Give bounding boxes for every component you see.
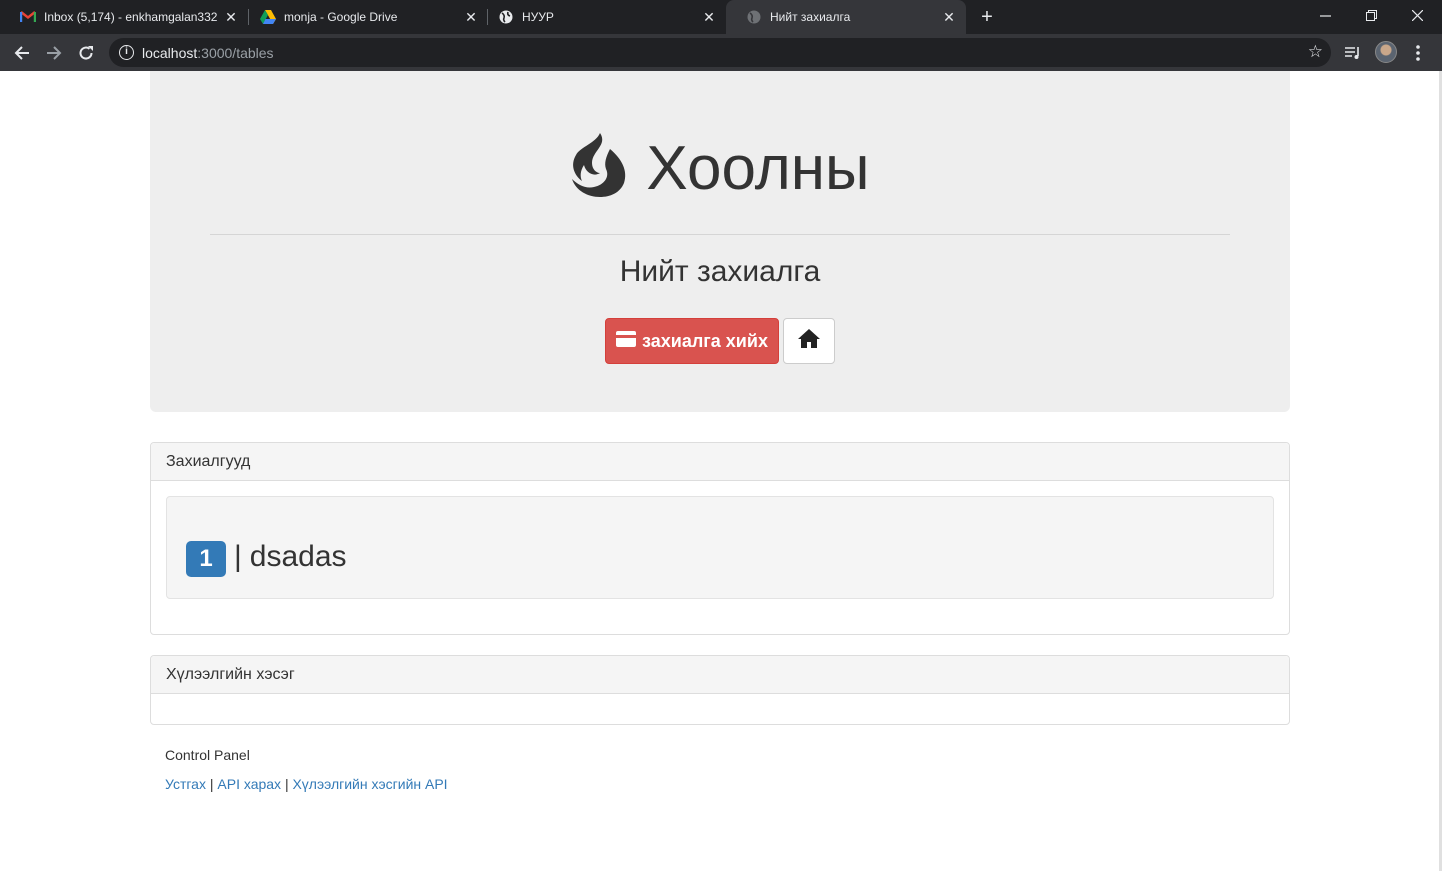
page-subtitle: Нийт захиалга xyxy=(619,255,821,288)
menu-dots-icon[interactable] xyxy=(1405,40,1431,66)
delete-link[interactable]: Устгах xyxy=(165,776,206,792)
google-drive-icon xyxy=(260,9,276,25)
back-arrow-icon[interactable] xyxy=(9,40,35,66)
forward-arrow-icon[interactable] xyxy=(41,40,67,66)
tab-gmail[interactable]: Inbox (5,174) - enkhamgalan332 ✕ xyxy=(0,0,248,34)
place-order-button[interactable]: захиалга хийх xyxy=(605,318,779,364)
close-tab-icon[interactable]: ✕ xyxy=(702,10,716,24)
reload-icon[interactable] xyxy=(73,40,99,66)
close-tab-icon[interactable]: ✕ xyxy=(942,10,956,24)
close-window-icon[interactable] xyxy=(1394,0,1440,30)
page-content: Хоолны Нийт захиалга захиалга хийх Захиа… xyxy=(0,71,1442,871)
browser-toolbar: i localhost:3000/tables ☆ xyxy=(0,34,1442,71)
tab-title: Inbox (5,174) - enkhamgalan332 xyxy=(44,10,218,24)
waiting-panel-title: Хүлээлгийн хэсэг xyxy=(151,656,1289,694)
footer-links: Устгах | API харах | Хүлээлгийн хэсгийн … xyxy=(165,776,448,792)
tab-title: monja - Google Drive xyxy=(284,10,398,24)
home-button[interactable] xyxy=(783,318,835,364)
tab-title: НУУР xyxy=(522,10,554,24)
link-separator: | xyxy=(209,776,214,792)
control-panel-footer: Control Panel Устгах | API харах | Хүлээ… xyxy=(165,747,448,792)
gmail-icon xyxy=(20,9,36,25)
profile-avatar[interactable] xyxy=(1375,41,1397,63)
waiting-panel: Хүлээлгийн хэсэг xyxy=(150,655,1290,725)
order-row: 1 | dsadas xyxy=(186,537,347,577)
bookmark-star-icon[interactable]: ☆ xyxy=(1308,42,1323,62)
order-number-badge: 1 xyxy=(186,541,226,577)
order-list-item[interactable]: 1 | dsadas xyxy=(166,496,1274,599)
media-control-icon[interactable] xyxy=(1340,40,1366,66)
close-tab-icon[interactable]: ✕ xyxy=(464,10,478,24)
view-api-link[interactable]: API харах xyxy=(217,776,281,792)
link-separator: | xyxy=(284,776,289,792)
globe-icon xyxy=(746,9,762,25)
browser-tab-strip: Inbox (5,174) - enkhamgalan332 ✕ monja -… xyxy=(0,0,1442,34)
tab-title: Нийт захиалга xyxy=(770,10,851,24)
globe-icon xyxy=(498,9,514,25)
order-name: dsadas xyxy=(249,540,347,573)
place-order-label: захиалга хийх xyxy=(642,330,768,351)
tab-google-drive[interactable]: monja - Google Drive ✕ xyxy=(240,0,488,34)
url-text: localhost:3000/tables xyxy=(142,45,274,61)
close-tab-icon[interactable]: ✕ xyxy=(224,10,238,24)
control-panel-title: Control Panel xyxy=(165,747,250,763)
orders-panel-title: Захиалгууд xyxy=(151,443,1289,481)
brand-heading: Хоолны xyxy=(150,133,1290,204)
divider xyxy=(210,234,1230,235)
orders-panel: Захиалгууд 1 | dsadas xyxy=(150,442,1290,635)
address-bar[interactable]: i localhost:3000/tables ☆ xyxy=(109,38,1331,67)
home-icon xyxy=(798,329,820,353)
tab-nuur[interactable]: НУУР ✕ xyxy=(478,0,726,34)
minimize-icon[interactable] xyxy=(1302,0,1348,30)
new-tab-icon[interactable]: + xyxy=(976,6,998,28)
credit-card-icon xyxy=(616,330,637,352)
brand-title: Хоолны xyxy=(646,133,870,203)
jumbotron-header: Хоолны Нийт захиалга захиалга хийх xyxy=(150,71,1290,412)
restore-icon[interactable] xyxy=(1348,0,1394,30)
waiting-api-link[interactable]: Хүлээлгийн хэсгийн API xyxy=(292,776,447,792)
tab-active-orders[interactable]: Нийт захиалга ✕ xyxy=(726,0,966,34)
order-separator: | xyxy=(234,540,242,573)
info-icon[interactable]: i xyxy=(119,45,134,60)
fire-icon xyxy=(570,133,628,204)
